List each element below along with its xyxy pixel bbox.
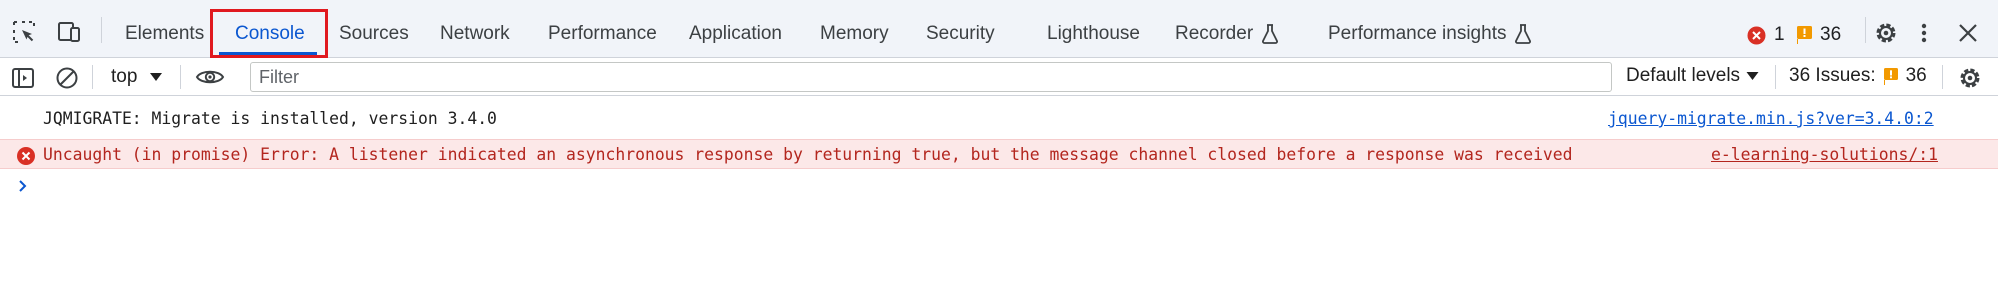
caret-down-icon [1746, 71, 1759, 81]
toolbar-divider [1775, 65, 1776, 89]
tab-performance-insights[interactable]: Performance insights [1328, 21, 1532, 47]
tab-label: Security [926, 23, 995, 44]
tab-network[interactable]: Network [440, 21, 510, 47]
devtools-tab-bar: Elements Console Sources Network Perform… [0, 0, 1998, 58]
tab-application[interactable]: Application [689, 21, 782, 47]
tab-sources[interactable]: Sources [339, 21, 409, 47]
log-levels-dropdown[interactable]: Default levels [1626, 65, 1759, 87]
message-text: Uncaught (in promise) Error: A listener … [43, 145, 1573, 164]
clear-console-icon[interactable] [55, 66, 79, 90]
context-value: top [111, 66, 138, 87]
caret-down-icon [149, 72, 163, 82]
warning-flag-icon [1797, 26, 1812, 44]
tab-label: Memory [820, 23, 889, 44]
message-source-link[interactable]: e-learning-solutions/:1 [1711, 145, 1938, 164]
error-count: 1 [1774, 24, 1785, 45]
issues-counter[interactable]: 36 Issues: 36 [1789, 65, 1927, 87]
flask-icon [1514, 24, 1532, 44]
tab-label: Performance [548, 23, 657, 44]
inspect-element-icon[interactable] [11, 19, 37, 45]
tab-label: Network [440, 23, 510, 44]
error-counter[interactable]: 1 [1747, 24, 1785, 46]
message-source-link[interactable]: jquery-migrate.min.js?ver=3.4.0:2 [1608, 109, 1934, 128]
settings-gear-icon[interactable] [1873, 20, 1899, 46]
console-settings-gear-icon[interactable] [1957, 65, 1981, 89]
error-icon [16, 146, 36, 166]
warning-count: 36 [1820, 24, 1842, 45]
tab-performance[interactable]: Performance [548, 21, 657, 47]
tab-memory[interactable]: Memory [820, 21, 889, 47]
issues-label: 36 Issues: [1789, 65, 1876, 86]
device-toolbar-icon[interactable] [56, 19, 82, 45]
toolbar-divider [92, 65, 93, 89]
sidebar-toggle-icon[interactable] [11, 66, 35, 90]
tab-label: Sources [339, 23, 409, 44]
tab-lighthouse[interactable]: Lighthouse [1047, 21, 1140, 47]
tab-label: Elements [125, 23, 205, 44]
issues-count: 36 [1905, 65, 1927, 86]
warning-counter[interactable]: 36 [1797, 24, 1841, 46]
toolbar-divider [1865, 17, 1866, 43]
error-icon [1747, 26, 1766, 45]
warning-flag-icon [1883, 67, 1898, 85]
tab-recorder[interactable]: Recorder [1175, 21, 1279, 47]
tab-label: Lighthouse [1047, 23, 1140, 44]
message-text: JQMIGRATE: Migrate is installed, version… [43, 109, 497, 128]
live-expression-eye-icon[interactable] [195, 65, 225, 89]
tab-label: Application [689, 23, 782, 44]
tab-security[interactable]: Security [926, 21, 995, 47]
console-prompt-chevron-icon[interactable] [15, 176, 31, 196]
log-levels-label: Default levels [1626, 65, 1741, 86]
tab-label: Recorder [1175, 23, 1254, 44]
close-icon[interactable] [1955, 20, 1981, 46]
console-message-log: JQMIGRATE: Migrate is installed, version… [0, 104, 1998, 134]
context-selector[interactable]: top [111, 65, 163, 89]
filter-input[interactable] [250, 62, 1612, 92]
toolbar-divider [180, 65, 181, 89]
tab-elements[interactable]: Elements [125, 21, 204, 47]
console-message-error: Uncaught (in promise) Error: A listener … [0, 139, 1998, 169]
console-toolbar: top Default levels 36 Issues: [0, 58, 1998, 96]
tab-highlight-box [210, 9, 328, 58]
toolbar-divider [1942, 65, 1943, 89]
toolbar-divider [101, 17, 102, 43]
flask-icon [1261, 24, 1279, 44]
more-options-icon[interactable] [1917, 20, 1931, 46]
tab-label: Performance insights [1328, 23, 1507, 44]
